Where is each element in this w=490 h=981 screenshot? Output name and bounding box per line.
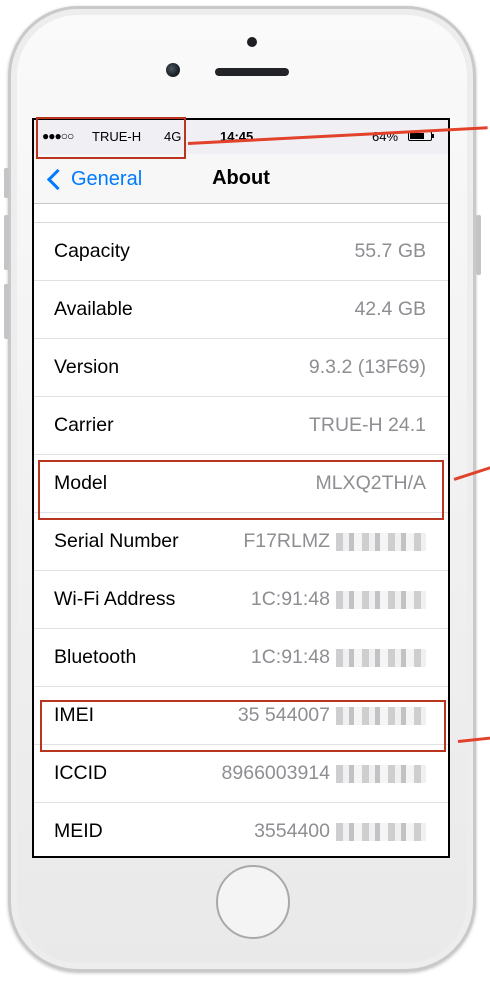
about-list: Capacity 55.7 GB Available 42.4 GB Versi… — [34, 204, 448, 856]
row-label: Capacity — [54, 240, 130, 262]
row-label: ICCID — [54, 762, 108, 784]
annotation-box-model — [38, 460, 444, 520]
row-value-text: 1C:91:48 — [250, 646, 330, 668]
row-label: Wi-Fi Address — [54, 588, 176, 610]
row-value: 42.4 GB — [354, 298, 426, 320]
row-value: 55.7 GB — [354, 240, 426, 262]
list-item-carrier[interactable]: Carrier TRUE-H 24.1 — [34, 397, 448, 455]
row-value-text: 3554400 — [254, 820, 330, 842]
volume-down-button[interactable] — [4, 284, 9, 339]
earpiece-speaker — [215, 68, 289, 76]
row-value: 9.3.2 (13F69) — [308, 356, 426, 378]
volume-up-button[interactable] — [4, 215, 9, 270]
page-title: About — [212, 167, 270, 189]
row-value-text: F17RLMZ — [243, 530, 330, 552]
row-value: F17RLMZ — [243, 530, 426, 553]
list-item-bluetooth[interactable]: Bluetooth 1C:91:48 — [34, 629, 448, 687]
redaction-blur — [336, 764, 426, 783]
list-item-iccid[interactable]: ICCID 8966003914 — [34, 745, 448, 803]
annotation-box-imei — [40, 700, 446, 752]
row-label: Available — [54, 298, 133, 320]
list-item-version: Version 9.3.2 (13F69) — [34, 339, 448, 397]
row-label: Version — [54, 356, 120, 378]
row-value: 1C:91:48 — [251, 588, 426, 611]
row-label: Carrier — [54, 414, 114, 436]
row-value: 3554400 — [254, 820, 426, 843]
row-label: Bluetooth — [54, 646, 137, 668]
list-item-serial-number[interactable]: Serial Number F17RLMZ — [34, 513, 448, 571]
redaction-blur — [336, 822, 426, 841]
list-item-meid[interactable]: MEID 3554400 — [34, 803, 448, 856]
list-item — [34, 204, 448, 223]
navigation-bar: General About — [34, 154, 448, 204]
proximity-sensor — [247, 37, 257, 47]
row-value: 1C:91:48 — [251, 646, 426, 669]
redaction-blur — [336, 648, 426, 667]
row-label: Serial Number — [54, 530, 179, 552]
list-item-available: Available 42.4 GB — [34, 281, 448, 339]
redaction-blur — [336, 532, 426, 551]
row-label: MEID — [54, 820, 103, 842]
front-camera-icon — [166, 63, 180, 77]
home-button[interactable] — [216, 865, 290, 939]
list-item-capacity: Capacity 55.7 GB — [34, 223, 448, 281]
row-value-text: 8966003914 — [221, 762, 330, 784]
redaction-blur — [336, 590, 426, 609]
mute-switch[interactable] — [4, 168, 9, 198]
power-button[interactable] — [476, 215, 481, 275]
annotation-box-carrier — [36, 117, 186, 159]
list-item-wifi-address[interactable]: Wi-Fi Address 1C:91:48 — [34, 571, 448, 629]
row-value: TRUE-H 24.1 — [308, 414, 426, 436]
row-value-text: 1C:91:48 — [250, 588, 330, 610]
row-value: 8966003914 — [222, 762, 426, 785]
